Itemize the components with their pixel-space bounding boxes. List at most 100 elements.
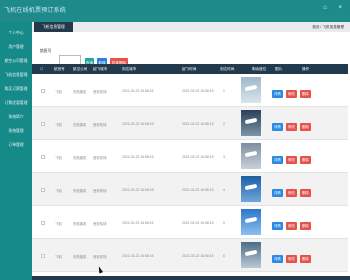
top-icons: ⌂ ×	[313, 5, 342, 11]
edit-button[interactable]: 修改	[286, 123, 297, 131]
view-details-button[interactable]: 详情	[272, 90, 283, 98]
cell-depart-city: 西安机场	[93, 255, 107, 259]
table-row: 飞机 东航客机 西安机场 2021-03-22 16:58:15 2021-03…	[32, 173, 348, 206]
view-details-button[interactable]: 详情	[272, 222, 283, 230]
sidebar-item-order-management[interactable]: 订单管理	[0, 138, 32, 152]
header-image: 图片	[275, 67, 283, 71]
cell-seats: 2	[223, 122, 225, 126]
edit-button[interactable]: 修改	[286, 222, 297, 230]
edit-button[interactable]: 修改	[286, 156, 297, 164]
sidebar-item-user-management[interactable]: 用户管理	[0, 40, 32, 54]
cell-airline: 东航客机	[73, 90, 87, 94]
view-details-button[interactable]: 详情	[272, 189, 283, 197]
plane-image	[241, 77, 261, 103]
row-checkbox[interactable]	[41, 254, 45, 258]
cell-depart-time: 2021-03-22 16:58:15	[122, 122, 154, 126]
cell-airline: 东航客机	[73, 255, 87, 259]
edit-button[interactable]: 修改	[286, 90, 297, 98]
close-icon[interactable]: ×	[338, 5, 342, 11]
cell-depart-city: 西安机场	[93, 123, 107, 127]
delete-button[interactable]: 删除	[300, 90, 311, 98]
cell-flight-no: 飞机	[55, 222, 62, 226]
header-airline: 航空公司	[73, 67, 88, 71]
cell-seats: 1	[223, 89, 225, 93]
sidebar-item-flight-info[interactable]: 飞机信息管理	[0, 68, 32, 82]
edit-button[interactable]: 修改	[286, 189, 297, 197]
row-checkbox[interactable]	[41, 188, 45, 192]
view-details-button[interactable]: 详情	[272, 156, 283, 164]
sidebar-item-airline-management[interactable]: 航空公司管理	[0, 54, 32, 68]
table-header: ☐ 航班号 航空公司 起飞城市 到达城市 起飞时间 到达时间 剩余座位 图片 操…	[32, 64, 348, 74]
cell-seats: 4	[223, 188, 225, 192]
cell-arrive-time: 2021-03-22 16:58:15	[182, 221, 214, 225]
header-depart-time: 起飞时间	[182, 67, 197, 71]
plane-image	[241, 143, 261, 169]
cell-airline: 东航客机	[73, 189, 87, 193]
cell-seats: 5	[223, 221, 225, 225]
cell-airline: 东航客机	[73, 222, 87, 226]
header-arrive-time: 到达时间	[220, 67, 235, 71]
sidebar-item-system-intro[interactable]: 系统简介	[0, 110, 32, 124]
cell-seats: 3	[223, 155, 225, 159]
header-depart-city: 起飞城市	[93, 67, 108, 71]
sidebar: 个人中心 用户管理 航空公司管理 飞机信息管理 购买订票管理 订票优惠管理 系统…	[0, 22, 32, 280]
select-all-checkbox[interactable]: ☐	[40, 67, 43, 71]
cell-arrive-time: 2021-03-22 16:58:15	[182, 122, 214, 126]
cell-flight-no: 飞机	[55, 189, 62, 193]
delete-button[interactable]: 删除	[300, 189, 311, 197]
header-flight-no: 航班号	[54, 67, 65, 71]
main-panel: 飞机信息管理 首页 / 飞机信息管理 航班号 查询 新增 批量删除 ☐ 航班号 …	[32, 22, 350, 280]
delete-button[interactable]: 删除	[300, 255, 311, 263]
header-arrive-city: 到达城市	[122, 67, 137, 71]
cell-airline: 东航客机	[73, 123, 87, 127]
horizontal-scrollbar[interactable]	[32, 276, 350, 280]
cell-flight-no: 飞机	[55, 156, 62, 160]
cell-arrive-time: 2021-03-22 16:58:15	[182, 155, 214, 159]
plane-image	[241, 242, 261, 268]
sidebar-item-personal-center[interactable]: 个人中心	[0, 26, 32, 40]
plane-image	[241, 176, 261, 202]
top-bar: 飞机在线机票预订系统 ⌂ ×	[0, 0, 350, 22]
sidebar-item-purchase-booking[interactable]: 购买订票管理	[0, 82, 32, 96]
tab-flight-info[interactable]: 飞机信息管理	[34, 22, 73, 32]
edit-button[interactable]: 修改	[286, 255, 297, 263]
cell-depart-time: 2021-03-22 16:58:15	[122, 221, 154, 225]
app-title: 飞机在线机票预订系统	[4, 8, 67, 14]
cell-flight-no: 飞机	[55, 90, 62, 94]
row-checkbox[interactable]	[41, 89, 45, 93]
view-details-button[interactable]: 详情	[272, 255, 283, 263]
plane-icon	[244, 117, 258, 125]
flight-table: ☐ 航班号 航空公司 起飞城市 到达城市 起飞时间 到达时间 剩余座位 图片 操…	[32, 64, 348, 272]
sidebar-item-booking-discount[interactable]: 订票优惠管理	[0, 96, 32, 110]
cell-depart-city: 西安机场	[93, 189, 107, 193]
cell-seats: 6	[223, 254, 225, 258]
table-row: 飞机 东航客机 西安机场 2021-03-22 16:58:15 2021-03…	[32, 206, 348, 239]
sidebar-item-system-management[interactable]: 系统管理	[0, 124, 32, 138]
header-actions: 操作	[302, 67, 310, 71]
delete-button[interactable]: 删除	[300, 123, 311, 131]
search-label: 航班号	[40, 49, 52, 53]
row-checkbox[interactable]	[41, 122, 45, 126]
plane-icon	[244, 216, 258, 224]
cell-depart-time: 2021-03-22 16:58:15	[122, 89, 154, 93]
cell-flight-no: 飞机	[55, 123, 62, 127]
cell-depart-time: 2021-03-22 16:58:15	[122, 254, 154, 258]
home-icon[interactable]: ⌂	[323, 5, 327, 11]
view-details-button[interactable]: 详情	[272, 123, 283, 131]
table-row: 飞机 东航客机 西安机场 2021-03-22 16:58:15 2021-03…	[32, 107, 348, 140]
cell-arrive-time: 2021-03-22 16:58:15	[182, 89, 214, 93]
delete-button[interactable]: 删除	[300, 156, 311, 164]
plane-image	[241, 209, 261, 235]
cell-flight-no: 飞机	[55, 255, 62, 259]
plane-icon	[244, 150, 258, 158]
cell-depart-time: 2021-03-22 16:58:15	[122, 155, 154, 159]
row-checkbox[interactable]	[41, 155, 45, 159]
row-checkbox[interactable]	[41, 221, 45, 225]
cell-arrive-time: 2021-03-22 16:58:15	[182, 254, 214, 258]
plane-icon	[244, 183, 258, 191]
plane-icon	[244, 249, 258, 257]
cell-airline: 东航客机	[73, 156, 87, 160]
table-row: 飞机 东航客机 西安机场 2021-03-22 16:58:15 2021-03…	[32, 140, 348, 173]
breadcrumb: 首页 / 飞机信息管理	[312, 25, 344, 29]
delete-button[interactable]: 删除	[300, 222, 311, 230]
